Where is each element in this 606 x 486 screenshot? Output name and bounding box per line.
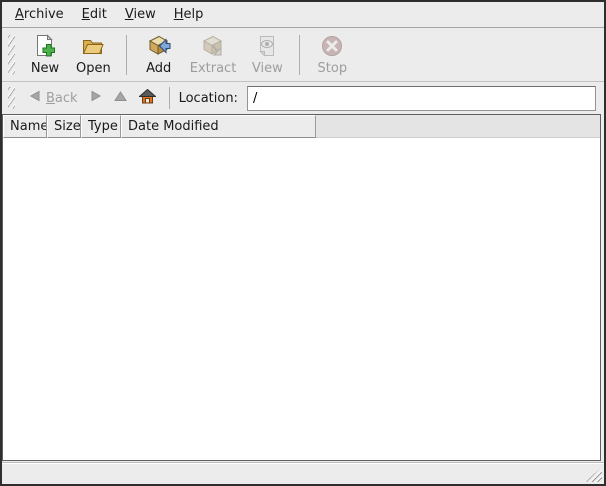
new-button[interactable]: New xyxy=(21,30,69,79)
forward-arrow-icon xyxy=(90,90,102,106)
back-button-label: Back xyxy=(46,91,78,106)
column-header-type[interactable]: Type xyxy=(81,115,121,138)
add-button[interactable]: Add xyxy=(135,30,183,79)
toolbar: New Open Add xyxy=(2,28,604,82)
open-archive-icon xyxy=(80,33,106,59)
up-button xyxy=(108,87,133,109)
resize-grip[interactable] xyxy=(585,467,602,482)
open-button-label: Open xyxy=(76,61,111,76)
view-file-icon xyxy=(254,33,280,59)
add-button-label: Add xyxy=(146,61,171,76)
up-arrow-icon xyxy=(114,90,127,106)
new-button-label: New xyxy=(31,61,59,76)
extract-icon xyxy=(200,33,226,59)
file-list-body[interactable] xyxy=(3,138,600,460)
home-icon xyxy=(139,89,156,108)
column-header-size[interactable]: Size xyxy=(47,115,81,138)
archive-manager-window: Archive Edit View Help New xyxy=(0,0,606,486)
column-header-date-modified[interactable]: Date Modified xyxy=(121,115,316,138)
stop-button-label: Stop xyxy=(318,61,348,76)
toolbar-grip-handle[interactable] xyxy=(8,35,15,75)
extract-button-label: Extract xyxy=(190,61,237,76)
stop-button: Stop xyxy=(308,30,356,79)
file-list-header: Name Size Type Date Modified xyxy=(3,115,600,138)
back-button: Back xyxy=(23,87,84,109)
add-files-icon xyxy=(146,33,172,59)
menu-view[interactable]: View xyxy=(116,3,165,26)
menubar: Archive Edit View Help xyxy=(2,2,604,28)
navbar-separator xyxy=(169,87,170,109)
column-header-name[interactable]: Name xyxy=(3,115,47,138)
extract-button: Extract xyxy=(183,30,244,79)
view-button: View xyxy=(243,30,291,79)
column-header-filler xyxy=(316,115,600,138)
view-button-label: View xyxy=(252,61,283,76)
navigation-bar: Back Location: xyxy=(2,82,604,114)
menu-help[interactable]: Help xyxy=(165,3,213,26)
menu-edit[interactable]: Edit xyxy=(73,3,116,26)
toolbar-separator xyxy=(126,35,127,75)
home-button[interactable] xyxy=(133,86,162,111)
stop-icon xyxy=(319,33,345,59)
new-archive-icon xyxy=(32,33,58,59)
menu-archive[interactable]: Archive xyxy=(6,3,73,26)
navbar-grip-handle[interactable] xyxy=(8,87,15,109)
toolbar-separator xyxy=(299,35,300,75)
open-button[interactable]: Open xyxy=(69,30,118,79)
file-list: Name Size Type Date Modified xyxy=(2,114,601,461)
location-label: Location: xyxy=(179,91,238,106)
forward-button xyxy=(84,87,108,109)
statusbar xyxy=(2,463,604,484)
back-arrow-icon xyxy=(29,90,41,106)
location-input[interactable] xyxy=(247,86,596,111)
